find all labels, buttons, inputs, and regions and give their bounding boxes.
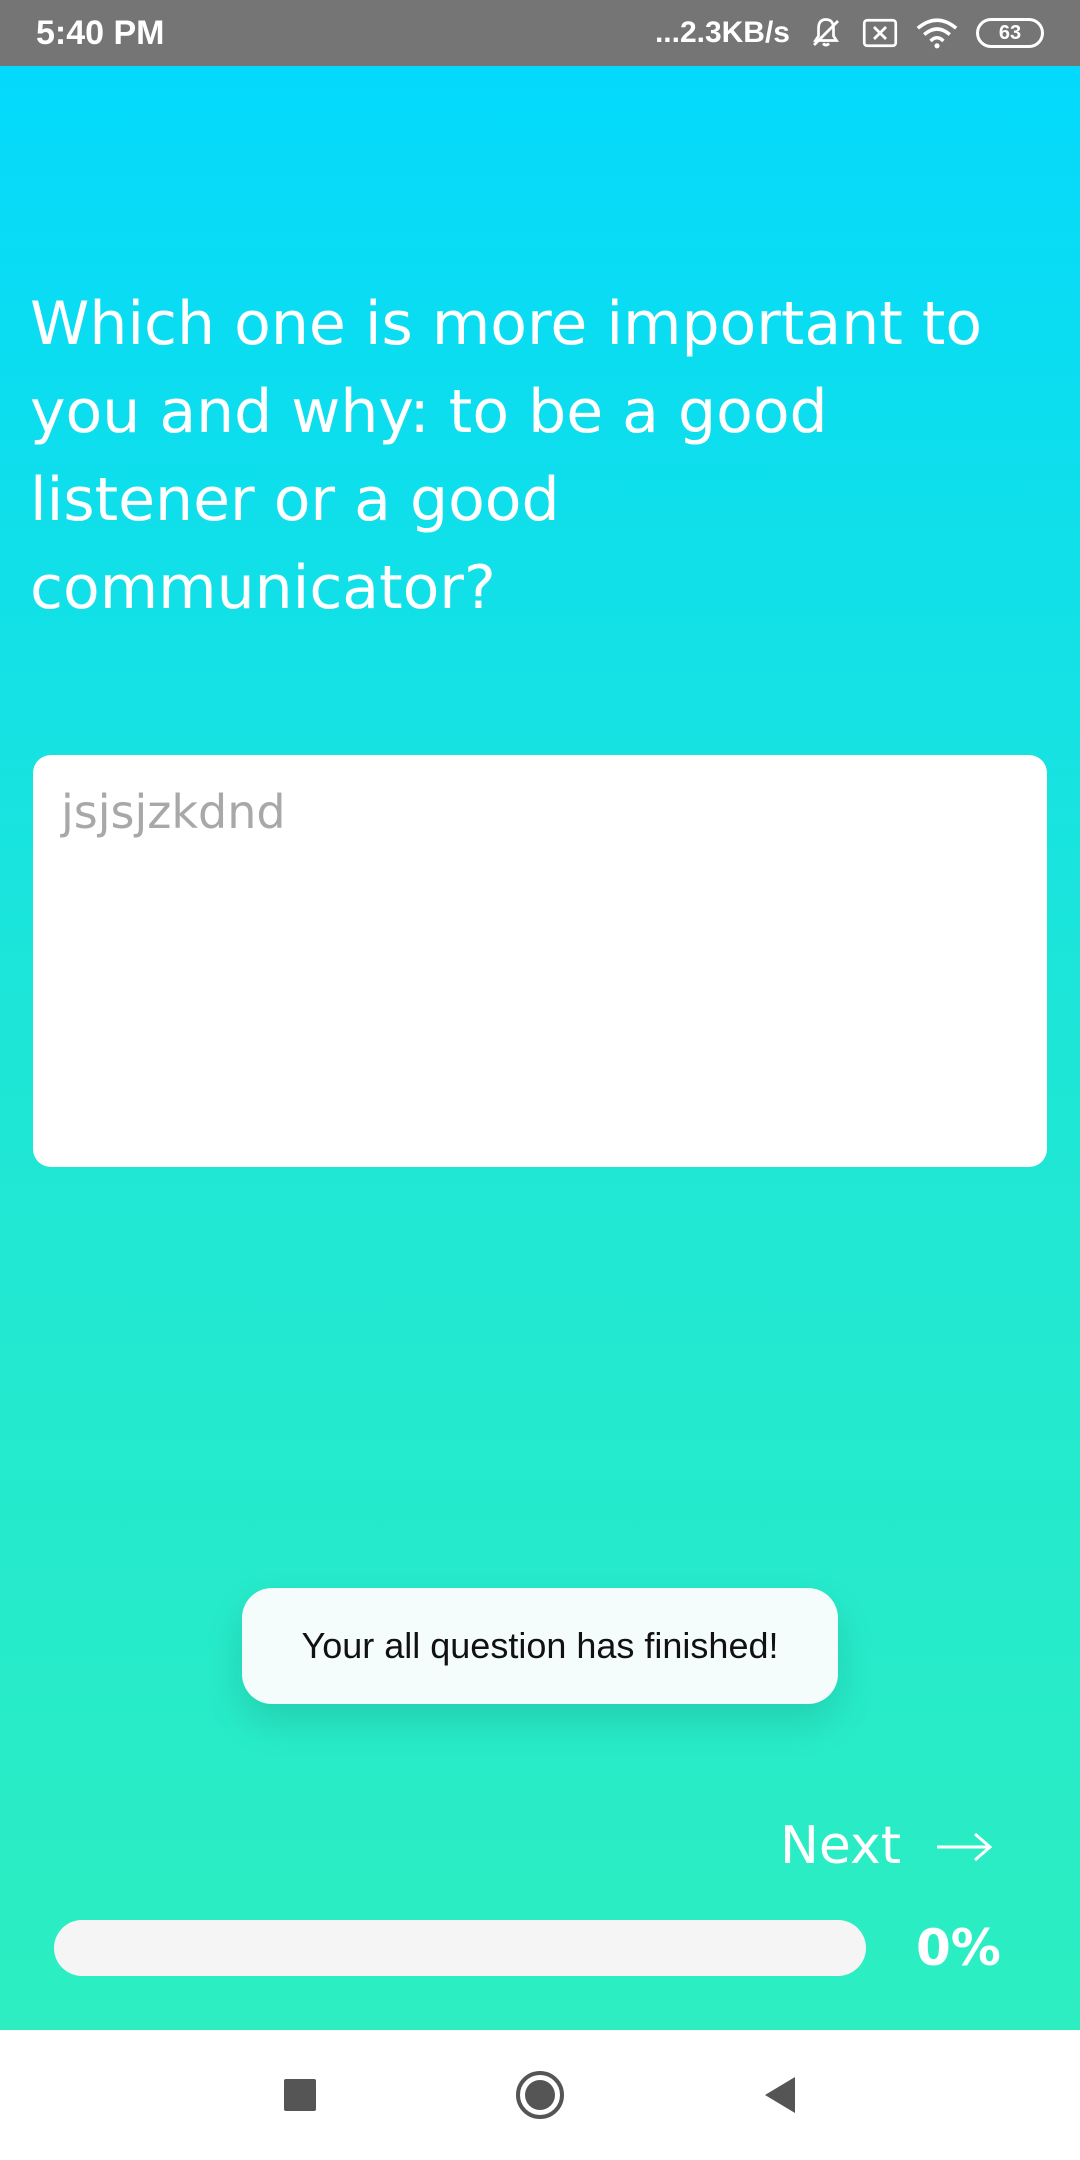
back-button[interactable] [740,2055,820,2135]
recent-apps-button[interactable] [260,2055,340,2135]
muted-bell-icon [808,15,844,51]
toast-message: Your all question has finished! [242,1588,838,1704]
answer-input[interactable]: jsjsjzkdnd [33,755,1047,1167]
navigation-bar [0,2030,1080,2160]
back-triangle-icon [765,2077,795,2113]
network-speed: ...2.3KB/s [654,16,790,49]
home-circle-icon [516,2071,564,2119]
battery-level: 63 [998,21,1022,44]
square-icon [284,2079,316,2111]
home-button[interactable] [500,2055,580,2135]
wifi-icon [916,17,958,49]
battery-icon: 63 [976,18,1044,48]
arrow-right-icon [935,1816,993,1876]
status-time: 5:40 PM [36,13,165,52]
next-label: Next [780,1816,902,1876]
status-icons: ...2.3KB/s 63 [655,15,1044,51]
progress-percent: 0% [916,1919,1001,1977]
question-screen: Which one is more important to you and w… [0,66,1080,2030]
progress-bar [54,1920,866,1976]
question-text: Which one is more important to you and w… [30,289,983,623]
next-button[interactable]: Next [780,1806,993,1886]
sim-disabled-icon [862,18,898,48]
status-bar: 5:40 PM ...2.3KB/s 63 [0,0,1080,66]
